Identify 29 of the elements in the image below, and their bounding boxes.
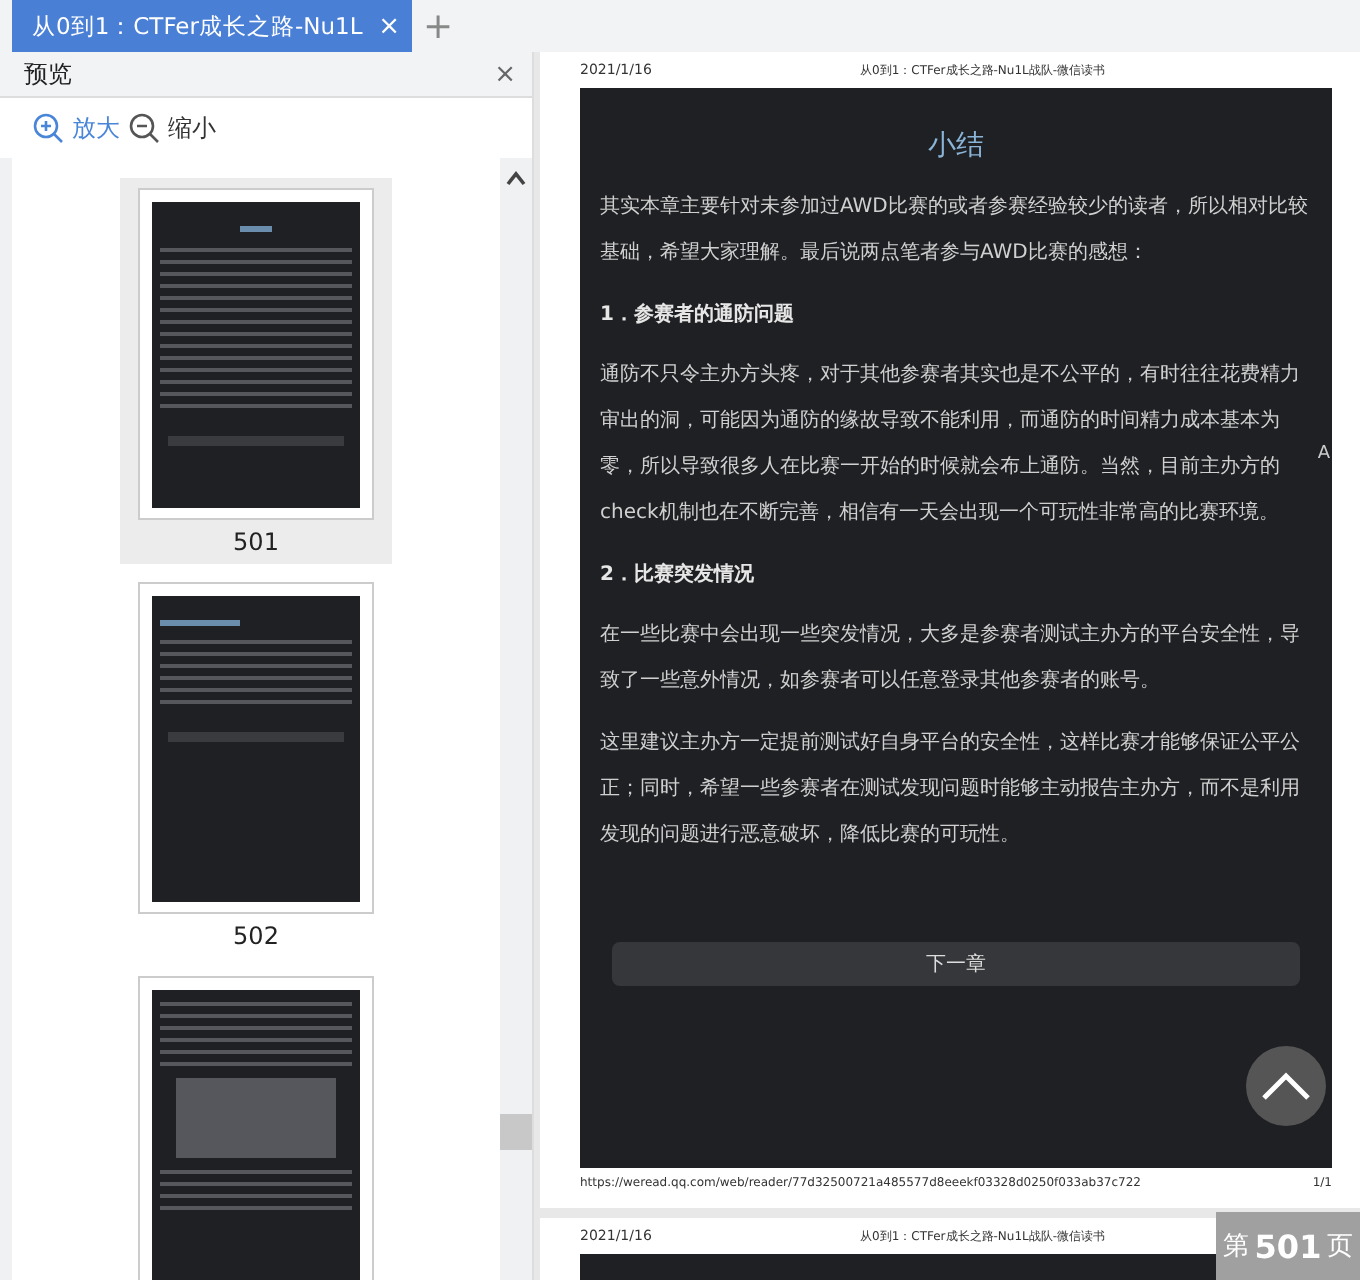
zoom-out-button[interactable]: 缩小 [128,111,216,145]
zoom-out-icon [128,112,160,144]
paragraph: 这里建议主办方一定提前测试好自身平台的安全性，这样比赛才能够保证公平公正；同时，希望一些参赛者在测试发现问题时能够主动报告主办方，而不是利用发现的问题进行恶意破坏，降低比赛的可玩性。 [600,729,1302,850]
page-number: 501 [233,528,279,556]
margin-letter: A [1317,444,1330,464]
page-number: 502 [233,922,279,950]
page-thumbnail[interactable]: 501 [120,178,392,564]
chevron-up-icon [1260,1070,1312,1102]
subheading: 1．参赛者的通防问题 [600,300,796,328]
zoom-in-icon [32,112,64,144]
close-icon[interactable]: × [378,11,400,41]
page-indicator-suffix: 页 [1327,1230,1354,1264]
page-indicator-prefix: 第 [1222,1230,1249,1264]
paragraph: 在一些比赛中会出现一些突发情况，大多是参赛者测试主办方的平台安全性，导致了一些意外情况，如参赛者可以任意登录其他参赛者的账号。 [600,621,1302,696]
paragraph: 通防不只令主办方头疼，对于其他参赛者其实也是不公平的，有时往往花费精力审出的洞，可能因为通防的缘故导致不能利用，而通防的时间精力成本基本为零，所以导致很多人在比赛一开始的时候就会布上通防。当然，目前主办方的check机制也在不断完善，相信有一天会出现一个可玩性非常高的比赛环境。 [600,361,1302,528]
close-icon[interactable]: × [494,59,516,89]
zoom-in-button[interactable]: 放大 [32,111,120,145]
scroll-up-icon[interactable] [506,170,526,186]
current-page-number: 501 [1254,1227,1322,1265]
tab-title: 从0到1：CTFer成长之路-Nu1L [32,11,363,41]
new-tab-button[interactable]: + [412,0,464,52]
document-tab[interactable]: 从0到1：CTFer成长之路-Nu1L × [12,0,412,52]
panel-title: 预览 [24,57,72,91]
subheading: 2．比赛突发情况 [600,560,756,588]
section-title: 小结 [926,128,986,164]
next-chapter-button[interactable]: 下一章 [612,942,1300,986]
scrollbar-thumb[interactable] [500,1114,532,1150]
paragraph: 其实本章主要针对未参加过AWD比赛的或者参赛经验较少的读者，所以相对比较基础，希望大家理解。最后说两点笔者参与AWD比赛的感想： [600,193,1310,268]
page-thumbnail[interactable]: 502 [120,572,392,958]
